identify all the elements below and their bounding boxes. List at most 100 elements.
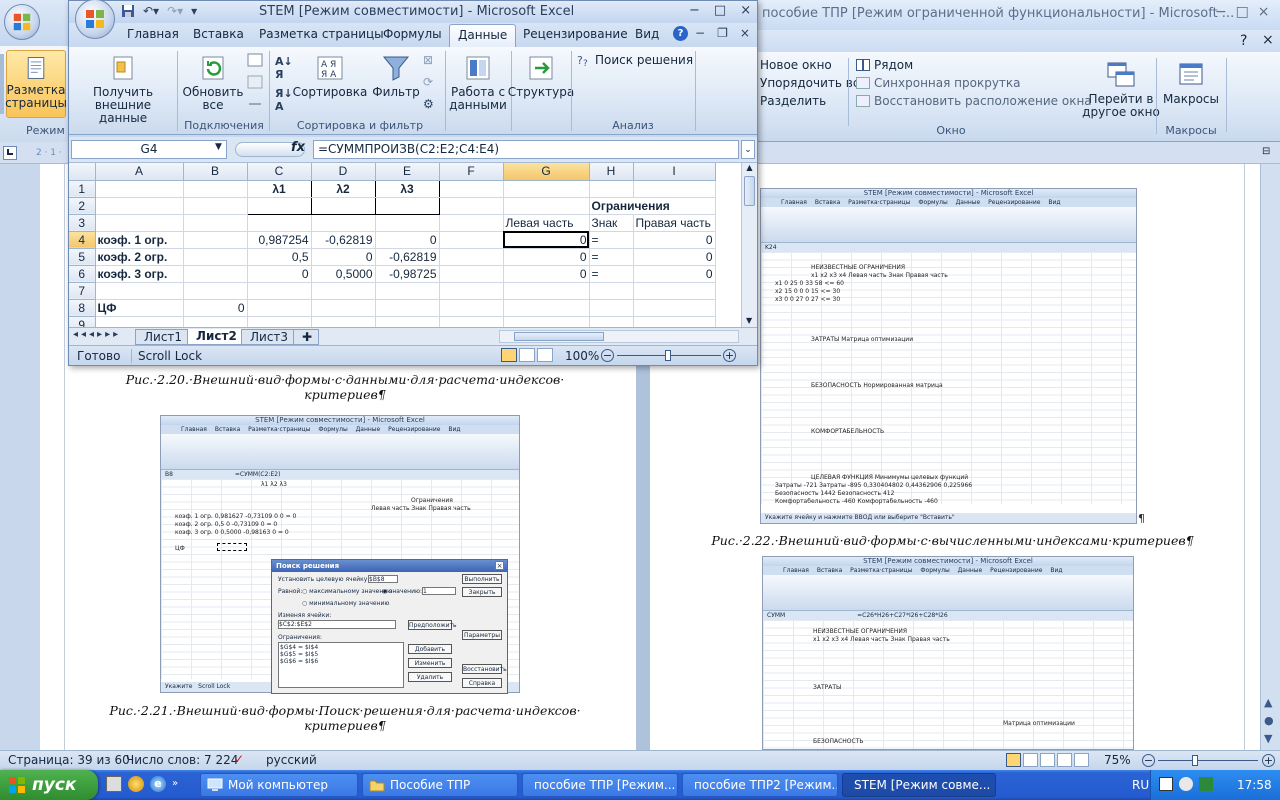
side-by-side-button[interactable]: Рядом [856,58,1092,72]
scroll-down-icon[interactable]: ▼ [746,316,752,325]
dialog-min-radio[interactable]: ○ минимальному значению [302,600,389,607]
ribbon-close-icon[interactable]: × [1262,32,1274,48]
change-button[interactable]: Изменить [408,658,452,668]
cell[interactable] [311,214,376,232]
close-icon[interactable]: × [1258,4,1270,20]
help-icon[interactable]: ? [1240,33,1247,49]
cell[interactable] [439,180,504,198]
cell[interactable]: = [589,265,634,283]
row-header[interactable]: 6 [69,265,96,283]
macros-button[interactable]: Макросы [1160,60,1222,106]
switch-windows-button[interactable]: Перейти в другое окно [1076,60,1166,119]
dialog-close-icon[interactable]: × [495,561,504,570]
cell[interactable] [589,316,634,327]
word-vertical-scrollbar[interactable]: ▲ ● ▼ [1260,164,1280,750]
cell[interactable] [375,214,440,232]
column-header-i[interactable]: I [633,163,716,181]
save-icon[interactable] [121,4,135,18]
page-layout-view-icon[interactable] [519,348,535,362]
refresh-all-button[interactable]: Обновить все [181,53,245,112]
reset-position-button[interactable]: Восстановить расположение окна [856,94,1092,108]
cell[interactable] [247,214,312,232]
column-header-d[interactable]: D [311,163,376,181]
cell[interactable] [183,214,248,232]
dialog-max-radio[interactable]: ○ максимальному значению [302,588,392,595]
column-header-h[interactable]: H [589,163,634,181]
zoom-level[interactable]: 100% [565,349,599,363]
add-button[interactable]: Добавить [408,644,452,654]
spreadsheet-grid[interactable]: A B C D E F G H I 1 λ1 λ2 λ3 2 Ограничен… [69,163,741,327]
scroll-up-icon[interactable]: ▲ [742,163,757,172]
maximize-icon[interactable]: □ [1236,4,1249,20]
cell[interactable] [183,231,248,249]
cell[interactable] [247,299,312,317]
row-header[interactable]: 7 [69,282,96,300]
cell[interactable] [439,214,504,232]
constraint-item[interactable]: $G$5 = $I$5 [280,651,402,658]
tab-home[interactable]: Главная [127,27,179,41]
data-tools-button[interactable]: Работа с данными [447,53,509,112]
word-office-button[interactable] [4,4,40,40]
word-zoom-slider[interactable] [1158,760,1258,761]
clear-filter-icon[interactable]: ⊠ [423,53,434,67]
constraint-item[interactable]: $G$4 = $I$4 [280,644,402,651]
media-player-icon[interactable] [128,776,144,792]
cell-e2[interactable] [375,196,440,215]
sort-button[interactable]: А ЯЯ А Сортировка [293,53,367,99]
vertical-scrollbar[interactable]: ▲ ▼ [741,163,757,327]
cell[interactable]: 0 [633,231,716,249]
cell[interactable] [183,265,248,283]
cell[interactable] [183,197,248,215]
task-excel[interactable]: X STEM [Режим совме... [842,773,996,797]
constraint-item[interactable]: $G$6 = $I$6 [280,658,402,665]
undo-icon[interactable]: ↶▾ [143,4,159,18]
cell[interactable] [95,214,184,232]
outline-view-icon[interactable] [1057,753,1072,767]
zoom-out-icon[interactable]: − [601,349,614,362]
cell[interactable] [95,197,184,215]
dialog-value-input[interactable]: 1 [422,587,456,595]
row-header[interactable]: 2 [69,197,96,215]
cell[interactable] [503,180,590,198]
zoom-in-icon[interactable]: + [723,349,736,362]
normal-view-icon[interactable] [501,348,517,362]
dialog-target-input[interactable]: $B$8 [368,575,398,583]
cell-objective-label[interactable]: ЦФ [95,299,184,317]
cell[interactable] [503,299,590,317]
web-layout-icon[interactable] [1040,753,1055,767]
cell[interactable]: = [589,248,634,266]
cell-lambda2[interactable]: λ2 [311,179,376,198]
dialog-value-radio[interactable]: ◉ значению: [382,588,422,595]
cell[interactable] [503,316,590,327]
row-header[interactable]: 3 [69,214,96,232]
cell[interactable] [95,282,184,300]
tab-insert[interactable]: Вставка [193,27,244,41]
cell[interactable]: 0,5 [247,248,312,266]
connections-icon[interactable] [247,53,263,67]
cell[interactable] [311,316,376,327]
options-button[interactable]: Параметры [462,630,502,640]
get-external-data-button[interactable]: Получить внешние данные [75,53,171,125]
sheet-tab-3[interactable]: Лист3 [241,329,298,345]
clock[interactable]: 17:58 [1237,778,1272,792]
customize-qat-icon[interactable]: ▾ [191,4,197,18]
arrange-all-button[interactable]: Упорядочить все [760,76,867,90]
filter-button[interactable]: Фильтр [371,53,421,99]
cell-constraints-heading[interactable]: Ограничения [589,197,716,215]
tab-formulas[interactable]: Формулы [383,27,442,41]
workbook-restore-icon[interactable]: ❐ [717,26,728,40]
row-header[interactable]: 9 [69,316,96,327]
cell-left-part[interactable]: Левая часть [503,214,590,232]
row-header[interactable]: 8 [69,299,96,317]
insert-function-icon[interactable]: fx [291,140,305,155]
cell[interactable]: 0,987254 [247,231,312,249]
name-box-dropdown-icon[interactable]: ▼ [215,142,222,152]
cell[interactable] [439,282,504,300]
cell[interactable]: = [589,231,634,249]
cell[interactable] [95,180,184,198]
task-word-doc-2[interactable]: W пособие ТПР2 [Режим... [682,773,838,797]
language-indicator[interactable]: RU [1132,778,1149,792]
row-header[interactable]: 1 [69,180,96,198]
column-header-b[interactable]: B [183,163,248,181]
internet-explorer-icon[interactable]: e [150,776,166,792]
